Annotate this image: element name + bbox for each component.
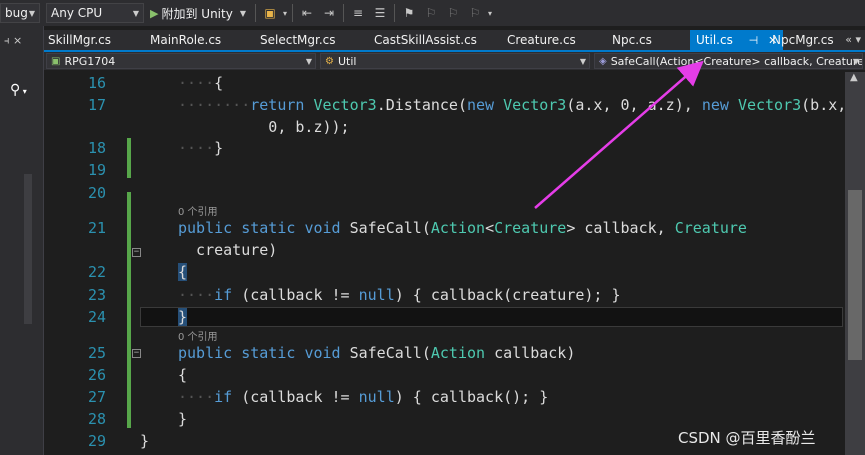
- annotation-arrow: [534, 60, 704, 209]
- watermark: CSDN @百里香酚兰: [678, 429, 816, 447]
